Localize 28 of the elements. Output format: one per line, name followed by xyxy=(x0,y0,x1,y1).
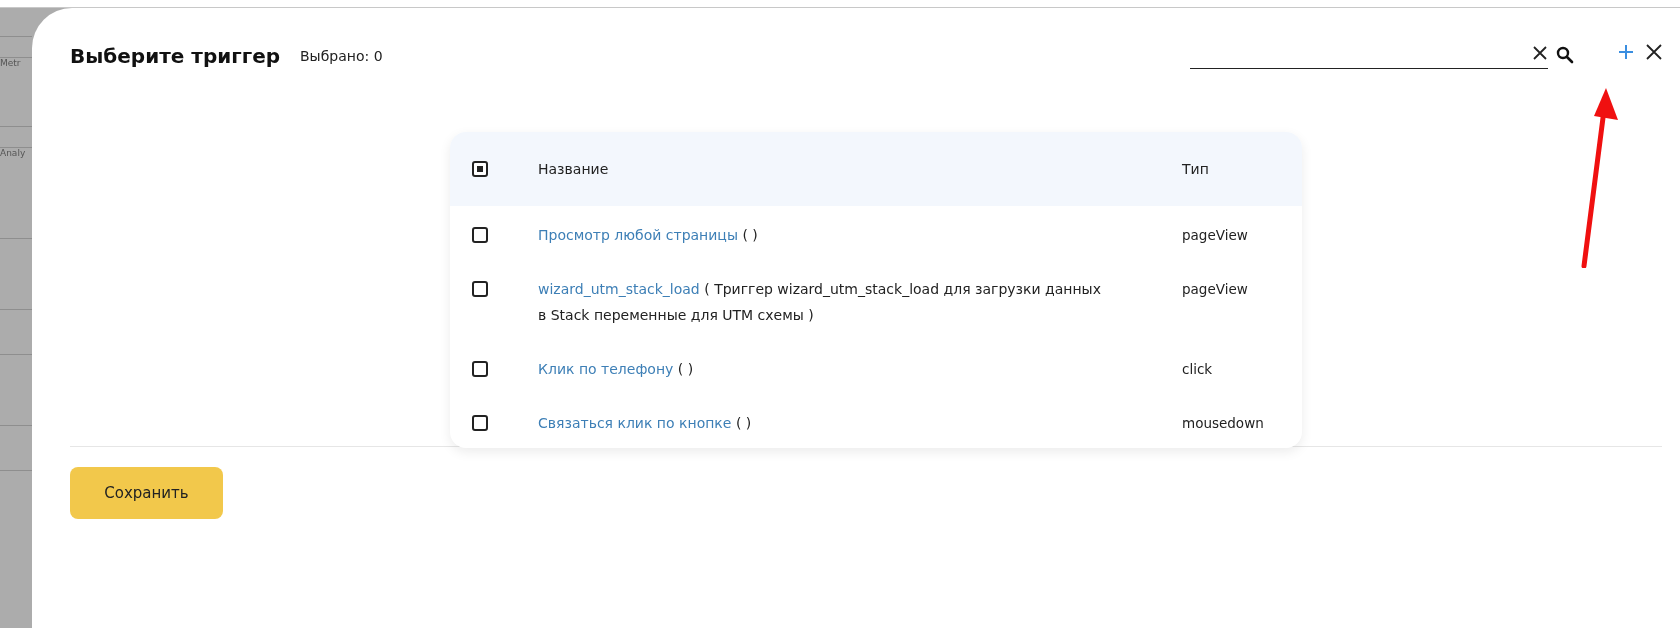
trigger-link[interactable]: Связаться клик по кнопке xyxy=(538,415,732,431)
save-button[interactable]: Сохранить xyxy=(70,467,223,519)
checkbox[interactable] xyxy=(472,161,488,177)
trigger-type: mousedown xyxy=(1182,414,1265,433)
trigger-link[interactable]: Клик по телефону xyxy=(538,361,674,377)
checkbox[interactable] xyxy=(472,227,488,243)
trigger-name: wizard_utm_stack_load ( Триггер wizard_utm_stack_load для загрузки данных в Stack переменные для UTM схемы ) xyxy=(538,280,1102,325)
close-icon[interactable] xyxy=(1646,44,1662,60)
trigger-name: Просмотр любой страницы ( ) xyxy=(538,226,759,245)
clear-icon[interactable] xyxy=(1532,44,1548,61)
trigger-type: pageView xyxy=(1182,280,1249,299)
sidebar-item-text: Metr xyxy=(0,58,22,68)
trigger-name: Связаться клик по кнопке ( ) xyxy=(538,414,753,433)
selected-count: Выбрано: 0 xyxy=(300,48,383,64)
column-header: Тип xyxy=(1182,161,1210,177)
search-icon[interactable] xyxy=(1556,46,1574,64)
add-icon[interactable] xyxy=(1618,44,1634,60)
checkbox[interactable] xyxy=(472,281,488,297)
modal-title: Выберите триггер xyxy=(70,44,280,68)
trigger-type: click xyxy=(1182,360,1214,379)
checkbox[interactable] xyxy=(472,361,488,377)
trigger-link[interactable]: wizard_utm_stack_load xyxy=(538,281,700,297)
trigger-link[interactable]: Просмотр любой страницы xyxy=(538,227,738,243)
column-header: Название xyxy=(538,161,610,177)
trigger-name: Клик по телефону ( ) xyxy=(538,360,695,379)
sidebar-item-text: Analy xyxy=(0,148,27,158)
checkbox[interactable] xyxy=(472,415,488,431)
trigger-type: pageView xyxy=(1182,226,1249,245)
